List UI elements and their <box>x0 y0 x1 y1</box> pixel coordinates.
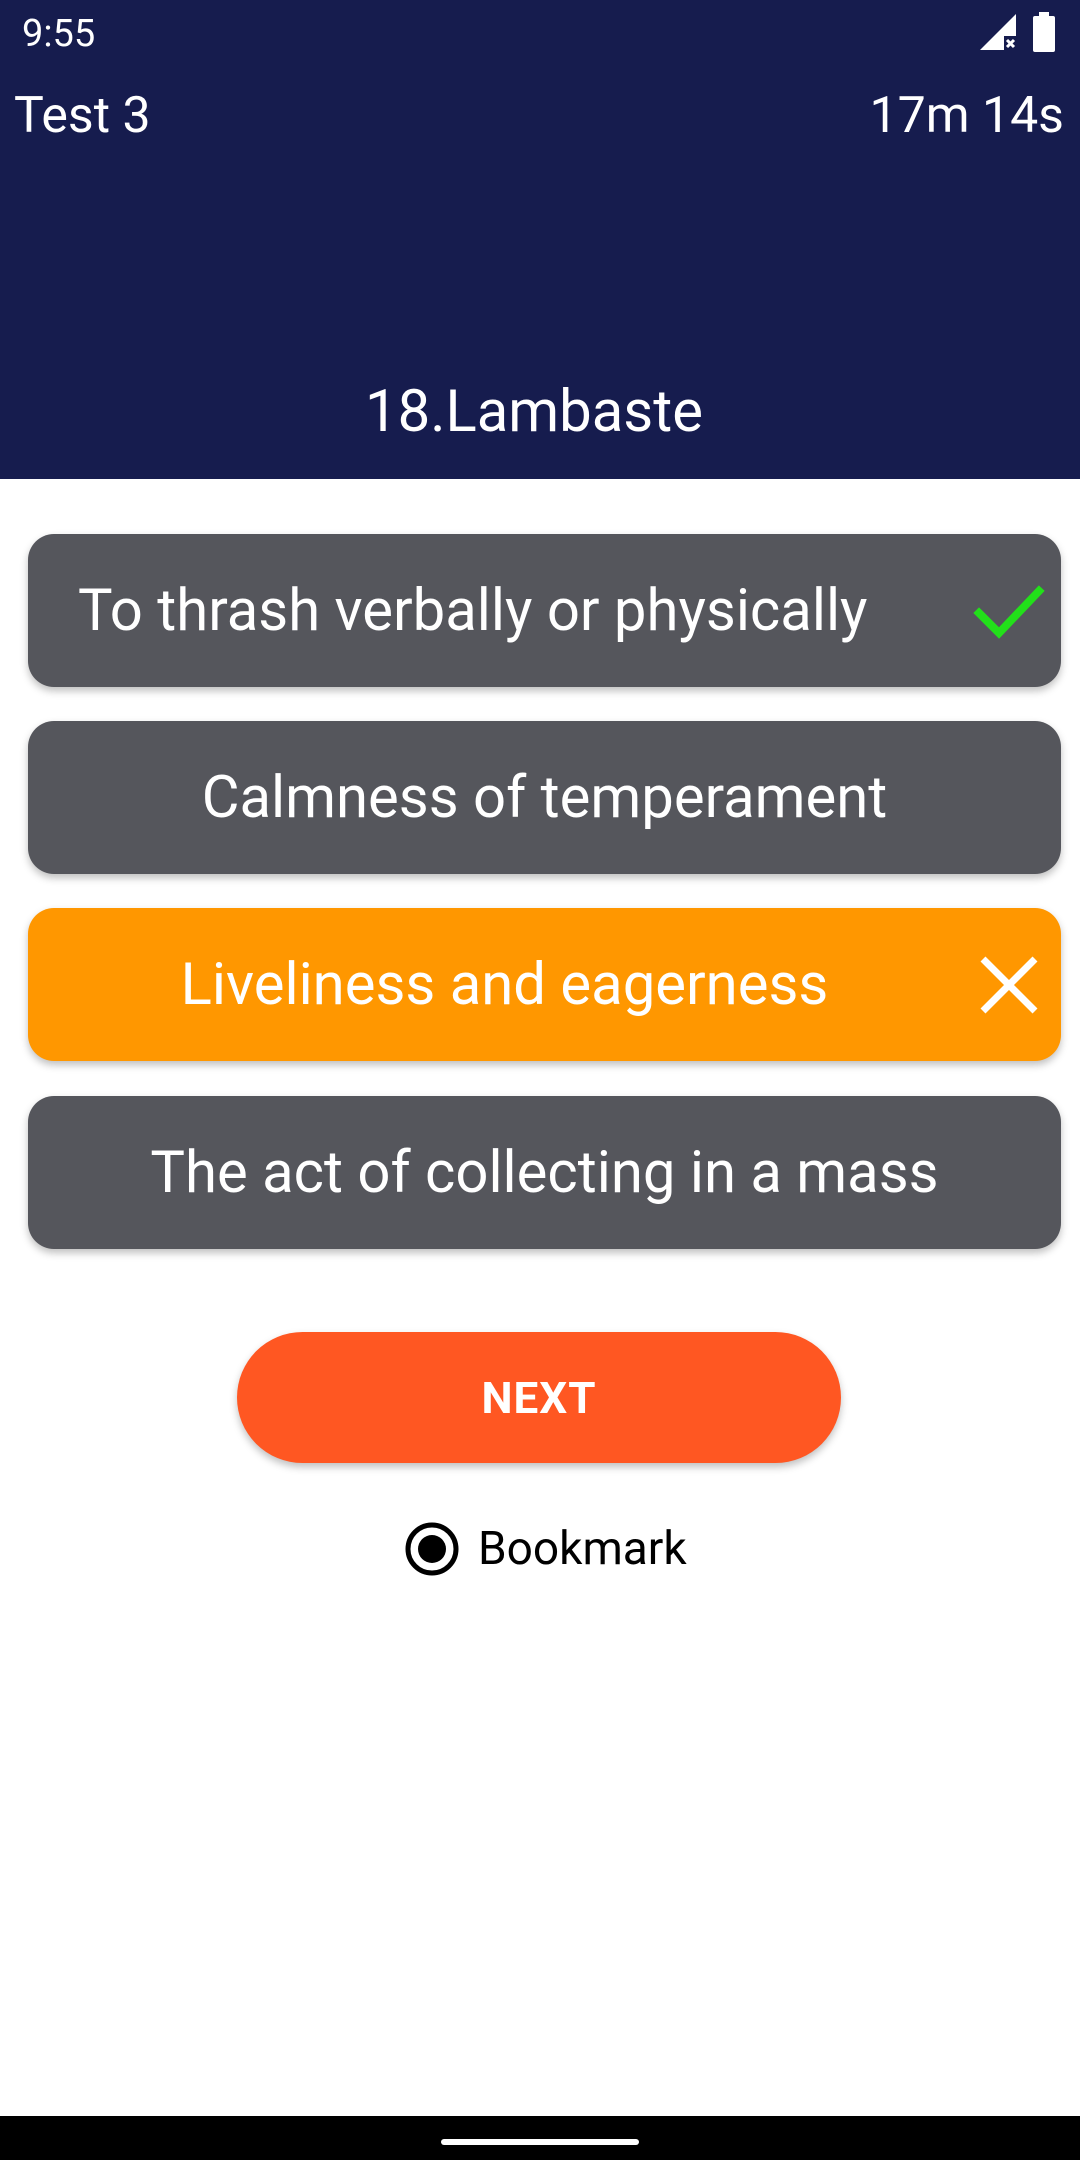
bookmark-label: Bookmark <box>478 1522 687 1576</box>
battery-icon <box>1033 12 1055 52</box>
test-title: Test 3 <box>14 87 151 145</box>
next-button[interactable]: NEXT <box>237 1332 841 1463</box>
status-bar-time: 9:55 <box>22 12 96 56</box>
option-3[interactable]: Liveliness and eagerness <box>28 908 1061 1061</box>
option-2[interactable]: Calmness of temperament <box>28 721 1061 874</box>
navigation-bar <box>0 2116 1080 2160</box>
app-header: 9:55 Test 3 17m 14s 18.Lambaste <box>0 0 1080 479</box>
bookmark-toggle[interactable]: Bookmark <box>404 1521 687 1577</box>
home-handle[interactable] <box>441 2139 639 2145</box>
question-title: 18.Lambaste <box>365 378 703 446</box>
option-label: The act of collecting in a mass <box>150 1138 939 1207</box>
option-label: To thrash verbally or physically <box>78 576 868 645</box>
timer: 17m 14s <box>869 87 1064 145</box>
close-icon <box>980 956 1038 1013</box>
check-icon <box>973 584 1045 639</box>
option-label: Liveliness and eagerness <box>180 950 829 1019</box>
option-label: Calmness of temperament <box>201 763 888 832</box>
signal-icon <box>980 14 1016 50</box>
option-1[interactable]: To thrash verbally or physically <box>28 534 1061 687</box>
option-4[interactable]: The act of collecting in a mass <box>28 1096 1061 1249</box>
radio-selected-icon[interactable] <box>404 1521 460 1577</box>
status-bar-icons <box>978 12 1056 52</box>
